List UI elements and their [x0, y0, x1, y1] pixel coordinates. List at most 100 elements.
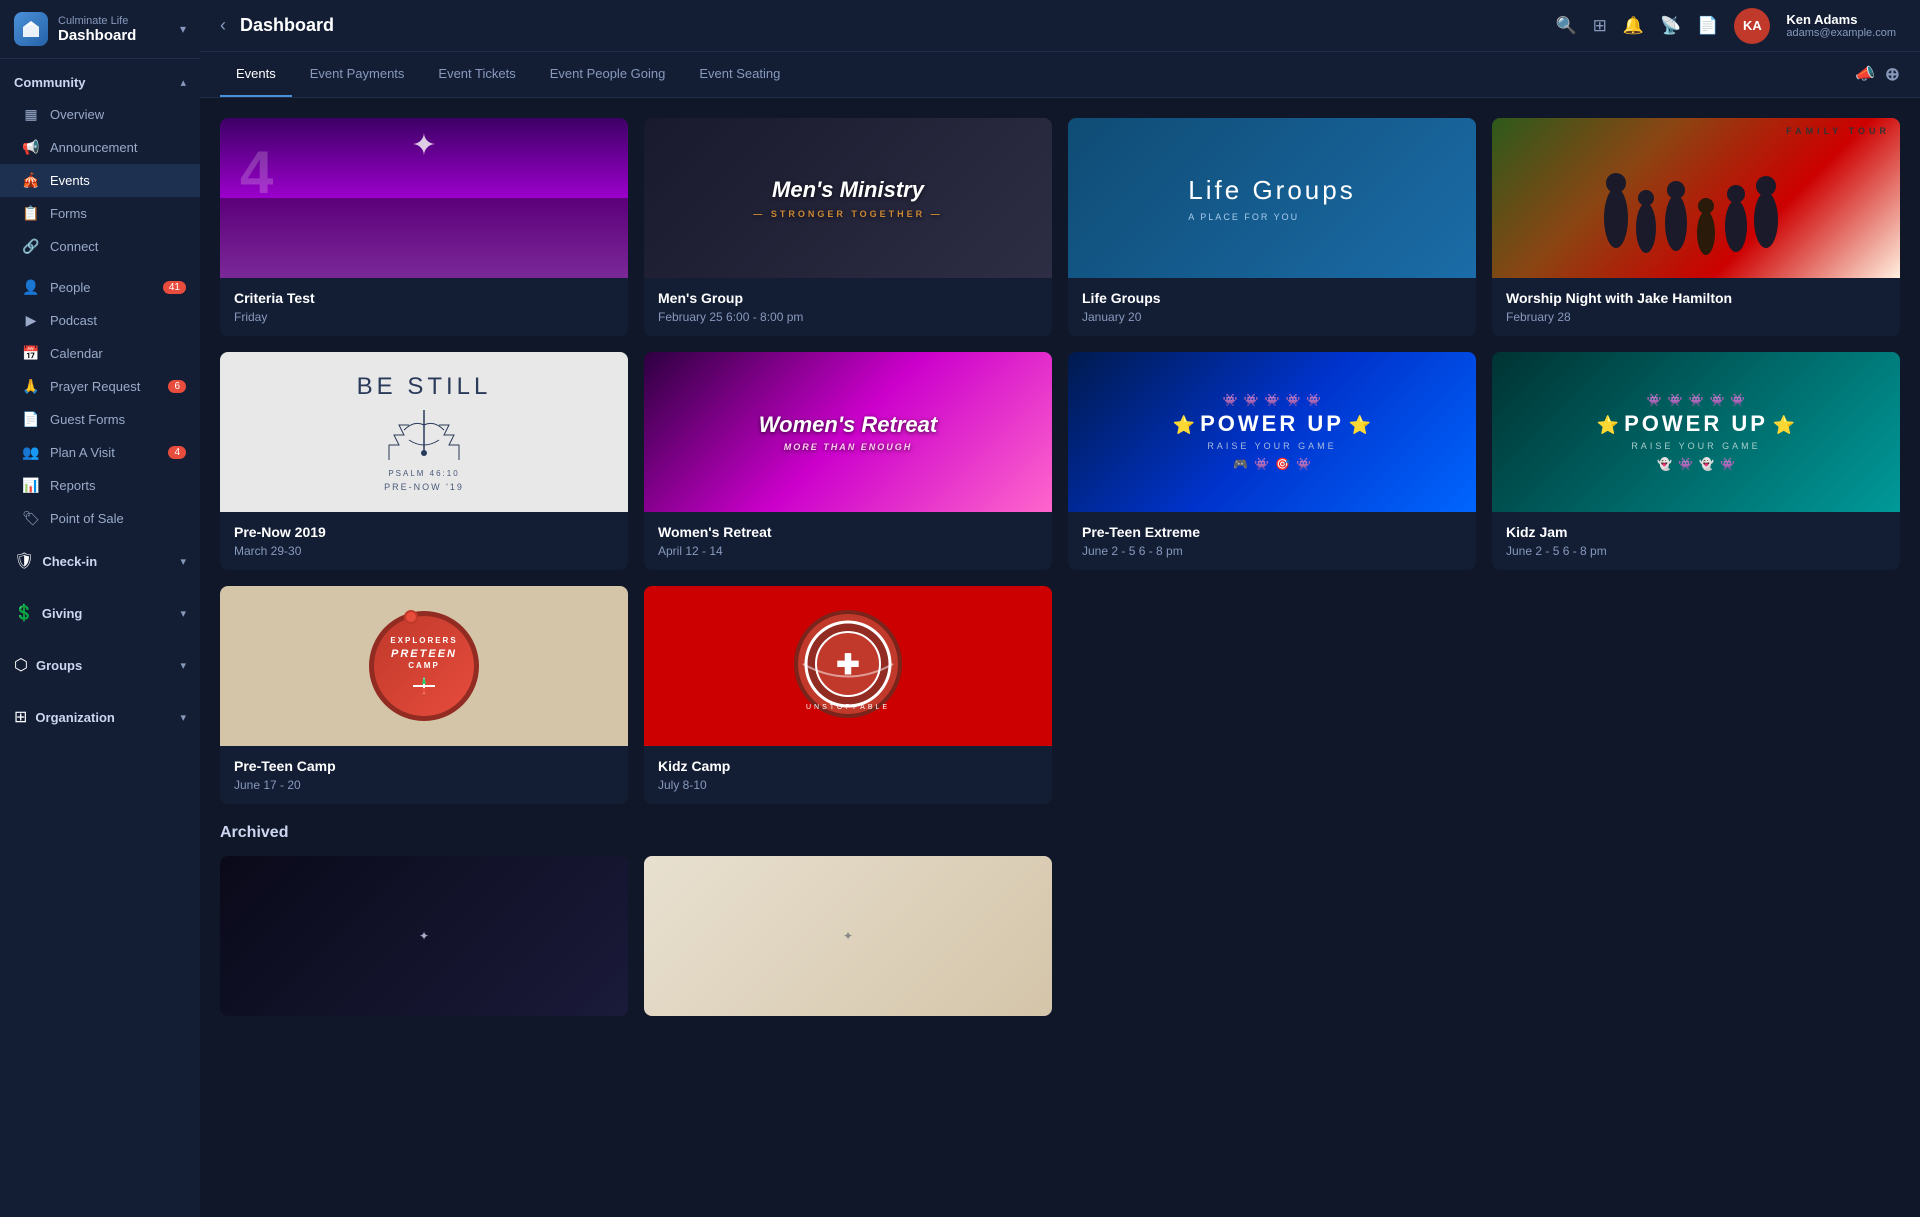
- tab-event-payments[interactable]: Event Payments: [294, 52, 421, 97]
- sidebar-item-podcast[interactable]: ▶ Podcast: [0, 304, 200, 337]
- event-title-kidz-jam: Kidz Jam: [1506, 524, 1886, 540]
- apps-icon[interactable]: ⊞: [1593, 16, 1607, 36]
- teal-game-icon-3: 👾: [1689, 393, 1704, 407]
- event-image-kidz-camp: ✚ UNSTOPPABLE: [644, 586, 1052, 746]
- game-icon-3: 👾: [1265, 393, 1280, 407]
- sidebar-item-calendar[interactable]: 📅 Calendar: [0, 337, 200, 370]
- sidebar-item-forms[interactable]: 📋 Forms: [0, 197, 200, 230]
- archived-title: Archived: [220, 824, 1900, 842]
- pos-icon: 🏷: [22, 510, 40, 527]
- event-card-kidz-jam[interactable]: 👾 👾 👾 👾 👾 ⭐ POWER UP ⭐ RAISE YOUR GAME 👻: [1492, 352, 1900, 570]
- community-section: Community ▴ ▦ Overview 📢 Announcement 🎪 …: [0, 59, 200, 271]
- prayer-request-label: Prayer Request: [50, 379, 140, 394]
- event-card-life-groups[interactable]: Life Groups A PLACE FOR YOU Life Groups …: [1068, 118, 1476, 336]
- event-title-pre-teen-camp: Pre-Teen Camp: [234, 758, 614, 774]
- event-card-mens-group[interactable]: Men's Ministry — STRONGER TOGETHER — Men…: [644, 118, 1052, 336]
- archived-grid: ✦ ✦: [220, 856, 1900, 1016]
- sidebar-item-point-of-sale[interactable]: 🏷 Point of Sale: [0, 502, 200, 535]
- sidebar-logo[interactable]: Culminate Life Dashboard ▾: [0, 0, 200, 59]
- giving-icon: 💲: [14, 603, 34, 623]
- connect-label: Connect: [50, 239, 98, 254]
- event-title-womens-retreat: Women's Retreat: [658, 524, 1038, 540]
- organization-label: Organization: [35, 710, 114, 725]
- community-section-header[interactable]: Community ▴: [0, 67, 200, 98]
- event-image-womens-retreat: Women's Retreat MORE THAN ENOUGH: [644, 352, 1052, 512]
- sidebar-item-connect[interactable]: 🔗 Connect: [0, 230, 200, 263]
- event-card-body-worship-night: Worship Night with Jake Hamilton Februar…: [1492, 278, 1900, 336]
- tab-event-tickets[interactable]: Event Tickets: [422, 52, 531, 97]
- calendar-icon: 📅: [22, 345, 40, 362]
- event-card-womens-retreat[interactable]: Women's Retreat MORE THAN ENOUGH Women's…: [644, 352, 1052, 570]
- groups-chevron-icon: ▾: [180, 659, 186, 672]
- sidebar-item-reports[interactable]: 📊 Reports: [0, 469, 200, 502]
- checkin-header[interactable]: 🛡 Check-in ▾: [0, 543, 200, 579]
- add-event-icon[interactable]: ⊕: [1885, 64, 1900, 85]
- event-card-pre-teen-extreme[interactable]: 👾 👾 👾 👾 👾 ⭐ POWER UP ⭐ RAISE YOUR GAME 🎮: [1068, 352, 1476, 570]
- tabs-bar: Events Event Payments Event Tickets Even…: [200, 52, 1920, 98]
- overview-label: Overview: [50, 107, 104, 122]
- sidebar-item-guest-forms[interactable]: 📄 Guest Forms: [0, 403, 200, 436]
- plan-a-visit-icon: 👥: [22, 444, 40, 461]
- notifications-icon[interactable]: 🔔: [1623, 16, 1644, 36]
- organization-header[interactable]: ⊞ Organization ▾: [0, 699, 200, 735]
- event-card-body-womens-retreat: Women's Retreat April 12 - 14: [644, 512, 1052, 570]
- giving-header[interactable]: 💲 Giving ▾: [0, 595, 200, 631]
- archived-event-2[interactable]: ✦: [644, 856, 1052, 1016]
- groups-header[interactable]: ⬡ Groups ▾: [0, 647, 200, 683]
- people-icon: 👤: [22, 279, 40, 296]
- plan-a-visit-label: Plan A Visit: [50, 445, 115, 460]
- sidebar-item-prayer-request[interactable]: 🙏 Prayer Request 6: [0, 370, 200, 403]
- sidebar-item-people[interactable]: 👤 People 41: [0, 271, 200, 304]
- event-title-life-groups: Life Groups: [1082, 290, 1462, 306]
- concert-number: 4: [240, 138, 273, 207]
- event-date-pre-now: March 29-30: [234, 544, 614, 558]
- event-card-pre-teen-camp[interactable]: EXPLORERS PRETEEN CAMP: [220, 586, 628, 804]
- app-title: Dashboard: [58, 27, 136, 44]
- overview-icon: ▦: [22, 106, 40, 123]
- giving-chevron-icon: ▾: [180, 607, 186, 620]
- user-avatar[interactable]: KA: [1734, 8, 1770, 44]
- sidebar-item-plan-a-visit[interactable]: 👥 Plan A Visit 4: [0, 436, 200, 469]
- event-card-worship-night[interactable]: FAMILY TOUR: [1492, 118, 1900, 336]
- back-button[interactable]: ‹: [220, 15, 226, 36]
- archived-event-1[interactable]: ✦: [220, 856, 628, 1016]
- event-title-pre-now: Pre-Now 2019: [234, 524, 614, 540]
- events-icon: 🎪: [22, 172, 40, 189]
- event-image-worship-night: FAMILY TOUR: [1492, 118, 1900, 278]
- event-card-criteria-test[interactable]: 4 ✦ Criteria Test Friday: [220, 118, 628, 336]
- sidebar-item-events[interactable]: 🎪 Events: [0, 164, 200, 197]
- sidebar-item-announcement[interactable]: 📢 Announcement: [0, 131, 200, 164]
- event-title-worship-night: Worship Night with Jake Hamilton: [1506, 290, 1886, 306]
- camp-circle: EXPLORERS PRETEEN CAMP: [369, 611, 479, 721]
- event-image-pre-teen-extreme: 👾 👾 👾 👾 👾 ⭐ POWER UP ⭐ RAISE YOUR GAME 🎮: [1068, 352, 1476, 512]
- event-card-body-criteria-test: Criteria Test Friday: [220, 278, 628, 336]
- power-up-sub-teal: RAISE YOUR GAME: [1597, 441, 1796, 451]
- sidebar-item-overview[interactable]: ▦ Overview: [0, 98, 200, 131]
- archived-1-content: ✦: [220, 856, 628, 1016]
- user-info: Ken Adams adams@example.com: [1786, 12, 1896, 39]
- reports-label: Reports: [50, 478, 96, 493]
- power-up-sub-blue: RAISE YOUR GAME: [1173, 441, 1372, 451]
- broadcast-icon[interactable]: 📡: [1660, 16, 1681, 36]
- tab-event-people-going[interactable]: Event People Going: [534, 52, 682, 97]
- game-icons-bottom: 🎮 👾 🎯 👾: [1173, 457, 1372, 471]
- events-content: 4 ✦ Criteria Test Friday Men's Ministry: [200, 98, 1920, 1217]
- events-label: Events: [50, 173, 90, 188]
- event-card-pre-now[interactable]: BE STILL PSALM 46:10 PR: [220, 352, 628, 570]
- event-card-body-pre-teen-extreme: Pre-Teen Extreme June 2 - 5 6 - 8 pm: [1068, 512, 1476, 570]
- main-content: ‹ Dashboard 🔍 ⊞ 🔔 📡 📄 KA Ken Adams adams…: [200, 0, 1920, 1217]
- event-title-pre-teen-extreme: Pre-Teen Extreme: [1082, 524, 1462, 540]
- svg-text:UNSTOPPABLE: UNSTOPPABLE: [806, 704, 890, 711]
- doc-icon[interactable]: 📄: [1697, 16, 1718, 36]
- power-up-blue-text: 👾 👾 👾 👾 👾 ⭐ POWER UP ⭐ RAISE YOUR GAME 🎮: [1173, 389, 1372, 475]
- tab-event-seating[interactable]: Event Seating: [683, 52, 796, 97]
- life-groups-text: Life Groups A PLACE FOR YOU: [1188, 175, 1355, 222]
- megaphone-icon[interactable]: 📣: [1855, 64, 1875, 85]
- family-silhouettes: [1492, 148, 1900, 278]
- event-card-kidz-camp[interactable]: ✚ UNSTOPPABLE Kidz Camp July 8-10: [644, 586, 1052, 804]
- event-title-kidz-camp: Kidz Camp: [658, 758, 1038, 774]
- search-icon[interactable]: 🔍: [1555, 16, 1576, 36]
- camp-compass: [409, 676, 439, 696]
- tab-events[interactable]: Events: [220, 52, 292, 97]
- announcement-label: Announcement: [50, 140, 137, 155]
